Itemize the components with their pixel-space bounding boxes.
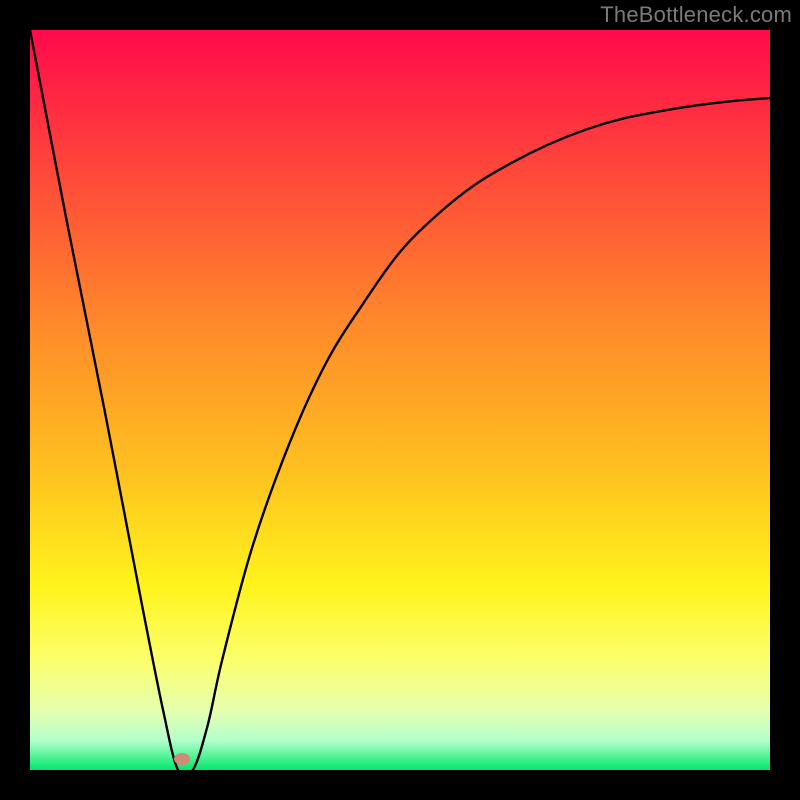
data-marker bbox=[174, 753, 190, 765]
chart-frame: TheBottleneck.com bbox=[0, 0, 800, 800]
bottleneck-curve bbox=[30, 30, 770, 770]
plot-area bbox=[30, 30, 770, 770]
curve-layer bbox=[30, 30, 770, 770]
watermark-text: TheBottleneck.com bbox=[600, 2, 792, 28]
